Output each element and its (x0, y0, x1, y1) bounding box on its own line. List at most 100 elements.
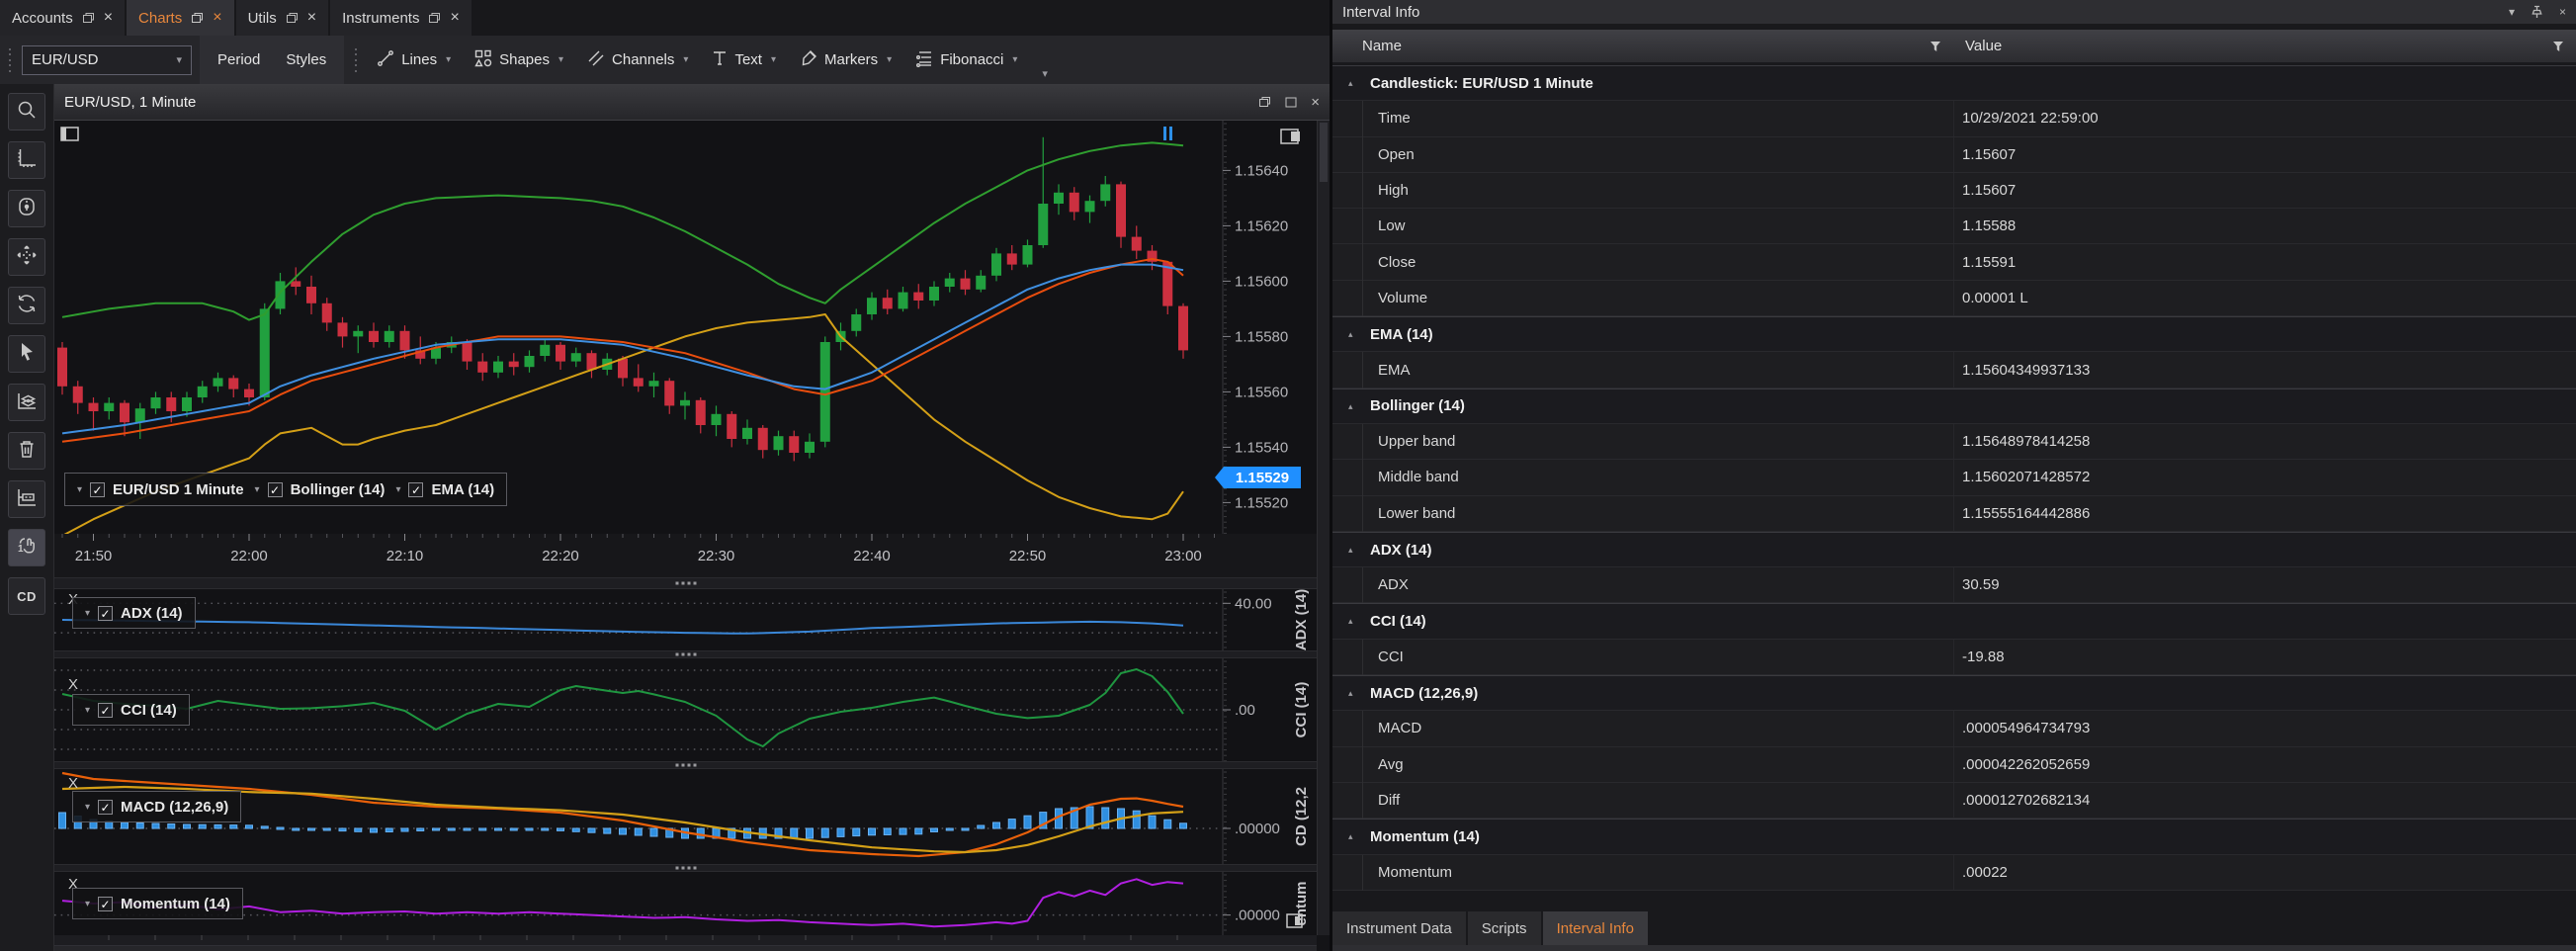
table-row[interactable]: High1.15607 (1332, 173, 2576, 209)
toolbar-overflow-button[interactable]: ▾ (1034, 63, 1056, 84)
tab-charts[interactable]: Charts× (127, 0, 234, 36)
chevron-down-icon[interactable]: ▾ (85, 608, 90, 619)
pin-icon[interactable] (2531, 5, 2543, 19)
channels-tool-button[interactable]: Channels▾ (578, 43, 697, 77)
tab-scripts[interactable]: Scripts (1468, 911, 1541, 945)
value-tracker-button[interactable] (8, 190, 45, 227)
table-row[interactable]: MACD.000054964734793 (1332, 711, 2576, 746)
float-window-icon[interactable] (82, 12, 95, 24)
group-row[interactable]: ▴EMA (14) (1332, 316, 2576, 352)
filter-icon[interactable] (2552, 40, 2564, 56)
table-row[interactable]: Upper band1.15648978414258 (1332, 424, 2576, 460)
horizontal-scrollbar[interactable] (54, 935, 1317, 951)
pointer-button[interactable] (8, 335, 45, 373)
chevron-down-icon[interactable]: ▾ (77, 484, 82, 495)
float-window-icon[interactable] (428, 12, 441, 24)
magnifier-button[interactable] (8, 93, 45, 130)
table-row[interactable]: Time10/29/2021 22:59:00 (1332, 101, 2576, 136)
close-icon[interactable]: × (213, 10, 221, 26)
table-row[interactable]: CCI-19.88 (1332, 640, 2576, 675)
cci-indicator-pane[interactable]: .00CCI (14)X▾✓CCI (14) (54, 658, 1317, 761)
checkbox[interactable]: ✓ (98, 606, 113, 621)
axes-scale-button[interactable] (8, 141, 45, 179)
adx-indicator-pane[interactable]: 40.00ADX (14)X▾✓ADX (14) (54, 589, 1317, 650)
collapse-arrow-icon[interactable]: ▴ (1348, 401, 1353, 412)
checkbox[interactable]: ✓ (98, 897, 113, 911)
pane-splitter[interactable] (54, 761, 1317, 769)
float-window-icon[interactable] (191, 12, 204, 24)
tab-instrument-data[interactable]: Instrument Data (1332, 911, 1466, 945)
collapse-arrow-icon[interactable]: ▴ (1348, 329, 1353, 340)
group-row[interactable]: ▴Momentum (14) (1332, 819, 2576, 854)
table-row[interactable]: Low1.15588 (1332, 209, 2576, 244)
table-row[interactable]: Lower band1.15555164442886 (1332, 496, 2576, 532)
instrument-select[interactable]: EUR/USD ▾ (22, 45, 192, 75)
float-window-icon[interactable] (286, 12, 299, 24)
main-price-chart[interactable]: 1.156401.156201.156001.155801.155601.155… (54, 121, 1317, 534)
tab-utils[interactable]: Utils× (236, 0, 329, 36)
chevron-down-icon[interactable]: ▾ (395, 484, 400, 495)
chevron-down-icon[interactable]: ▾ (85, 705, 90, 716)
close-icon[interactable]: × (450, 10, 459, 26)
macd-indicator-pane[interactable]: .00000CD (12,2X▾✓MACD (12,26,9) (54, 769, 1317, 864)
chevron-down-icon[interactable]: ▾ (85, 802, 90, 813)
chevron-down-icon[interactable]: ▾ (85, 899, 90, 909)
group-row[interactable]: ▴MACD (12,26,9) (1332, 675, 2576, 711)
tab-instruments[interactable]: Instruments× (330, 0, 472, 36)
close-icon[interactable]: × (1311, 94, 1320, 111)
tab-interval-info[interactable]: Interval Info (1543, 911, 1648, 945)
markers-tool-button[interactable]: Markers▾ (791, 43, 901, 77)
delete-button[interactable] (8, 432, 45, 470)
column-header-value[interactable]: Value (1965, 38, 2002, 54)
scrollbar-track[interactable] (54, 945, 1317, 951)
close-pane-button[interactable]: X (64, 775, 82, 792)
pause-marker-icon[interactable] (1163, 127, 1172, 140)
float-window-icon[interactable] (1258, 96, 1271, 108)
close-icon[interactable]: × (104, 10, 113, 26)
collapse-arrow-icon[interactable]: ▴ (1348, 688, 1353, 699)
toolbar-grip-handle[interactable] (352, 46, 360, 74)
table-row[interactable]: Middle band1.15602071428572 (1332, 460, 2576, 495)
close-icon[interactable]: × (307, 10, 316, 26)
tab-accounts[interactable]: Accounts× (0, 0, 125, 36)
collapse-arrow-icon[interactable]: ▴ (1348, 78, 1353, 89)
pane-splitter[interactable] (54, 650, 1317, 658)
cd-button[interactable]: CD (8, 577, 45, 615)
one-click-button[interactable]: 1 (8, 529, 45, 566)
styles-button[interactable]: Styles (286, 51, 326, 68)
collapse-arrow-icon[interactable]: ▴ (1348, 545, 1353, 556)
chevron-down-icon[interactable]: ▾ (255, 484, 260, 495)
table-row[interactable]: Volume0.00001 L (1332, 281, 2576, 316)
collapse-arrow-icon[interactable]: ▴ (1348, 616, 1353, 627)
time-axis[interactable]: 21:5022:0022:1022:2022:3022:4022:5023:00 (54, 534, 1317, 577)
close-icon[interactable]: × (2559, 5, 2566, 19)
maximize-icon[interactable] (1285, 97, 1297, 108)
axis-settings-button[interactable] (8, 480, 45, 518)
table-row[interactable]: Diff.000012702682134 (1332, 783, 2576, 819)
period-button[interactable]: Period (217, 51, 260, 68)
filter-icon[interactable] (1930, 40, 1941, 56)
group-row[interactable]: ▴CCI (14) (1332, 603, 2576, 639)
refresh-button[interactable] (8, 287, 45, 324)
table-row[interactable]: Close1.15591 (1332, 244, 2576, 280)
group-row[interactable]: ▴Candlestick: EUR/USD 1 Minute (1332, 65, 2576, 101)
layers-button[interactable] (8, 384, 45, 421)
table-row[interactable]: ADX30.59 (1332, 567, 2576, 603)
close-pane-button[interactable]: X (64, 676, 82, 693)
lines-tool-button[interactable]: Lines▾ (368, 43, 460, 77)
fibonacci-tool-button[interactable]: Fibonacci▾ (906, 43, 1026, 77)
table-row[interactable]: Open1.15607 (1332, 137, 2576, 173)
checkbox[interactable]: ✓ (408, 482, 423, 497)
momentum-indicator-pane[interactable]: .00000entumX▾✓Momentum (14) (54, 872, 1317, 935)
pan-button[interactable] (8, 238, 45, 276)
checkbox[interactable]: ✓ (90, 482, 105, 497)
pane-splitter[interactable] (54, 577, 1317, 589)
table-row[interactable]: EMA1.15604349937133 (1332, 352, 2576, 388)
checkbox[interactable]: ✓ (98, 703, 113, 718)
toolbar-grip-handle[interactable] (6, 46, 14, 74)
column-header-name[interactable]: Name (1362, 38, 1402, 54)
checkbox[interactable]: ✓ (268, 482, 283, 497)
table-row[interactable]: Momentum.00022 (1332, 855, 2576, 891)
group-row[interactable]: ▴Bollinger (14) (1332, 389, 2576, 424)
vertical-scrollbar[interactable] (1317, 121, 1330, 935)
